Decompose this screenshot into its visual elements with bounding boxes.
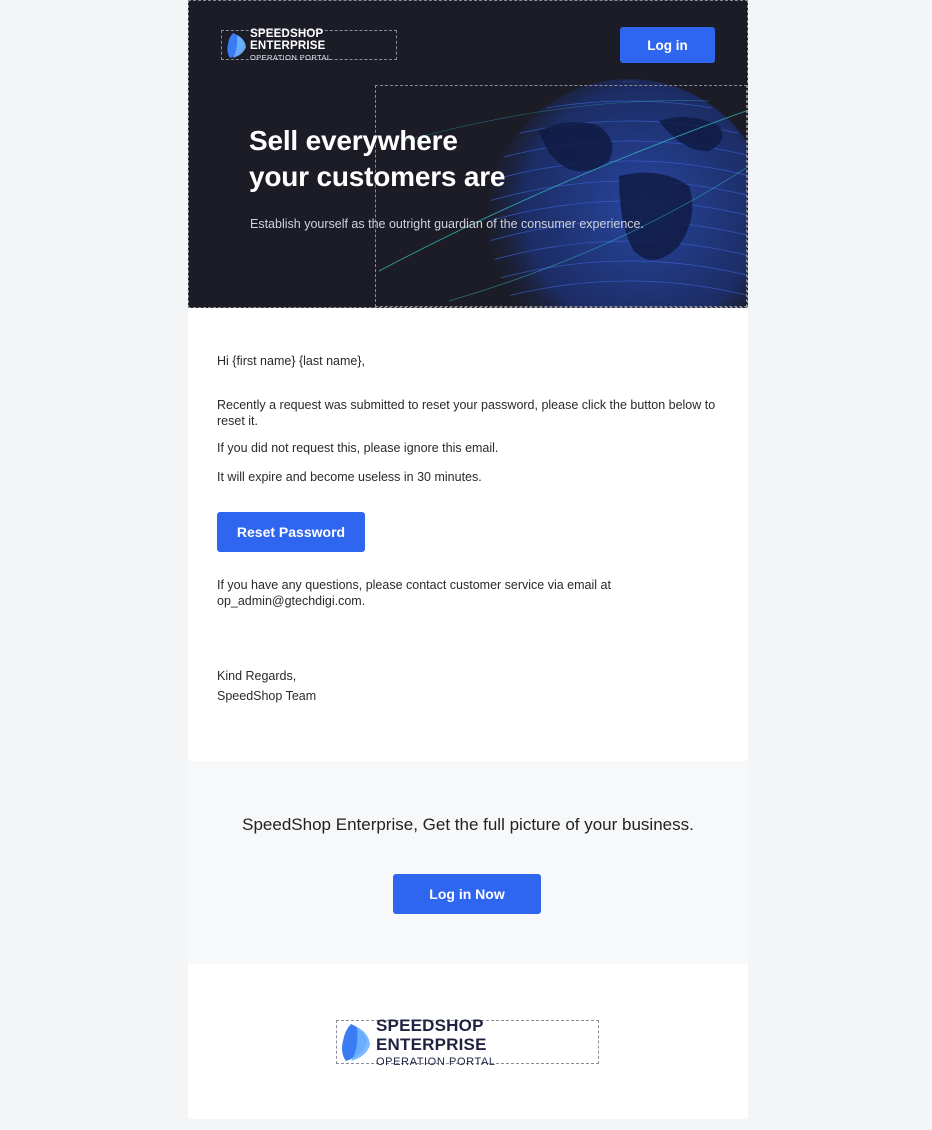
- brand-mark-icon: [342, 1024, 370, 1061]
- brand-mark-icon: [227, 33, 246, 58]
- login-button[interactable]: Log in: [620, 27, 715, 63]
- cta-text: SpeedShop Enterprise, Get the full pictu…: [242, 815, 694, 834]
- hero-title: Sell everywhere your customers are: [249, 123, 579, 195]
- team-line: SpeedShop Team: [217, 689, 317, 703]
- ignore-text: If you did not request this, please igno…: [217, 441, 499, 455]
- hero-banner: SPEEDSHOP ENTERPRISE OPERATION PORTAL Lo…: [188, 0, 748, 308]
- brand-subtitle: OPERATION PORTAL: [250, 52, 332, 62]
- reset-password-button[interactable]: Reset Password: [217, 512, 365, 552]
- cta-section: SpeedShop Enterprise, Get the full pictu…: [188, 761, 748, 964]
- reset-request-text: Recently a request was submitted to rese…: [217, 398, 716, 428]
- brand-name: SPEEDSHOP ENTERPRISE: [250, 27, 326, 52]
- header-logo[interactable]: SPEEDSHOP ENTERPRISE OPERATION PORTAL: [221, 27, 397, 62]
- brand-subtitle: OPERATION PORTAL: [376, 1055, 496, 1068]
- sign-off: Kind Regards, SpeedShop Team: [217, 666, 717, 706]
- regards-line: Kind Regards,: [217, 669, 297, 683]
- hero-title-line2: your customers are: [249, 161, 506, 192]
- greeting: Hi {first name} {last name},: [217, 354, 365, 368]
- hero-title-line1: Sell everywhere: [249, 125, 458, 156]
- hero-subtitle: Establish yourself as the outright guard…: [250, 217, 644, 231]
- contact-text: If you have any questions, please contac…: [217, 578, 611, 608]
- expiry-text: It will expire and become useless in 30 …: [217, 470, 482, 484]
- footer-logo[interactable]: SPEEDSHOP ENTERPRISE OPERATION PORTAL: [336, 1016, 599, 1068]
- email-container: SPEEDSHOP ENTERPRISE OPERATION PORTAL Lo…: [188, 0, 748, 1119]
- brand-name: SPEEDSHOP ENTERPRISE: [376, 1015, 487, 1054]
- login-now-button[interactable]: Log in Now: [393, 874, 541, 914]
